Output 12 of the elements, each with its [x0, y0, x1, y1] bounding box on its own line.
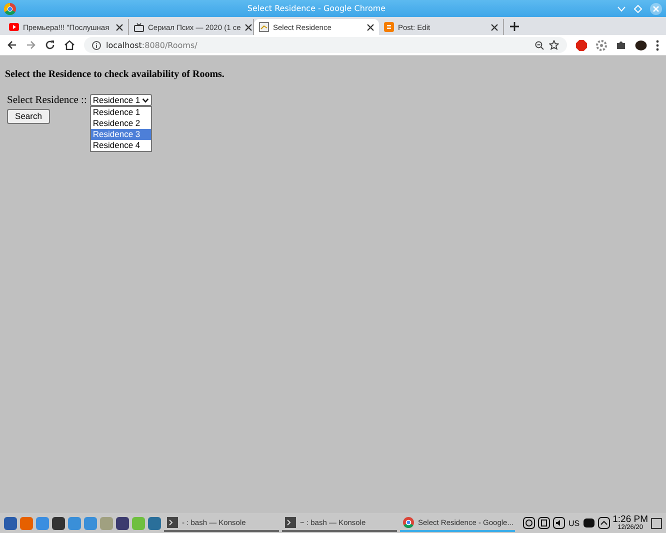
dropdown-option[interactable]: Residence 2: [90, 118, 151, 129]
page-heading: Select the Residence to check availability of Rooms.: [5, 69, 226, 80]
url-text: localhost:8080/Rooms/: [106, 40, 198, 50]
search-button[interactable]: Search: [7, 108, 50, 124]
dropdown-option[interactable]: Residence 3: [90, 129, 151, 140]
dropdown-option[interactable]: Residence 4: [90, 140, 151, 151]
window-title: Select Residence - Google Chrome: [246, 4, 387, 13]
field-label: Select Residence ::: [7, 95, 87, 106]
keyboard-layout[interactable]: US: [568, 518, 580, 528]
residence-dropdown[interactable]: Residence 1: [90, 94, 152, 106]
dropdown-option[interactable]: Residence 1: [90, 107, 151, 118]
address-bar[interactable]: localhost:8080/Rooms/: [84, 37, 567, 53]
